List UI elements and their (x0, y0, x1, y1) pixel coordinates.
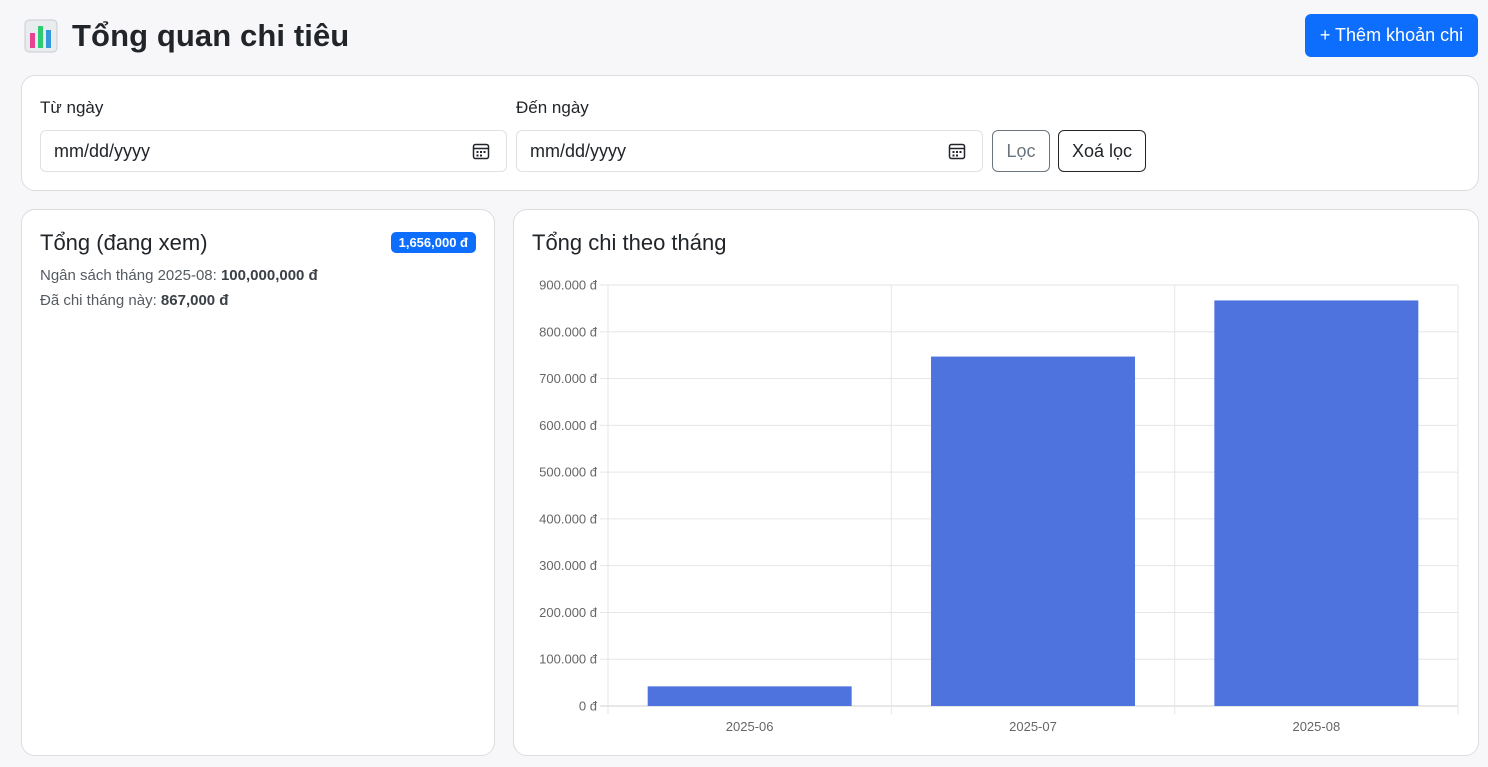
x-tick-label: 2025-08 (1292, 719, 1340, 734)
filter-button[interactable]: Lọc (992, 130, 1050, 172)
y-tick-label: 200.000 đ (539, 605, 598, 620)
bar-chart-icon (24, 19, 58, 53)
y-tick-label: 600.000 đ (539, 418, 598, 433)
filter-card: Từ ngày mm/dd/yyyy Đến ngày mm/dd/yyyy L… (21, 75, 1479, 191)
x-tick-label: 2025-06 (726, 719, 774, 734)
y-tick-label: 400.000 đ (539, 511, 598, 526)
chart-bar (647, 686, 852, 706)
budget-label: Ngân sách tháng 2025-08: (40, 267, 221, 284)
y-tick-label: 300.000 đ (539, 558, 598, 573)
from-date-value: mm/dd/yyyy (54, 140, 151, 161)
to-date-value: mm/dd/yyyy (530, 140, 627, 161)
spent-label: Đã chi tháng này: (40, 292, 161, 309)
spent-line: Đã chi tháng này: 867,000 đ (40, 292, 228, 309)
calendar-icon[interactable] (472, 142, 490, 160)
clear-filter-button[interactable]: Xoá lọc (1058, 130, 1146, 172)
total-badge: 1,656,000 đ (390, 232, 476, 253)
summary-title: Tổng (đang xem) (40, 230, 208, 255)
y-tick-label: 0 đ (579, 699, 598, 714)
y-tick-label: 500.000 đ (539, 465, 598, 480)
summary-card: Tổng (đang xem) 1,656,000 đ Ngân sách th… (21, 209, 495, 756)
chart-card: Tổng chi theo tháng 0 đ 100.000 đ 200.000 … (513, 209, 1479, 756)
to-date-input[interactable]: mm/dd/yyyy (516, 130, 983, 172)
monthly-expense-chart: 0 đ 100.000 đ 200.000 đ 300.000 đ 400.000 đ 5… (539, 278, 1459, 734)
calendar-icon[interactable] (948, 142, 966, 160)
y-tick-label: 800.000 đ (539, 324, 598, 339)
budget-line: Ngân sách tháng 2025-08: 100,000,000 đ (40, 267, 318, 284)
from-date-input[interactable]: mm/dd/yyyy (40, 130, 507, 172)
y-tick-label: 900.000 đ (539, 278, 598, 293)
spent-value: 867,000 đ (160, 292, 229, 309)
add-expense-button[interactable]: + Thêm khoản chi (1305, 14, 1478, 57)
to-date-label: Đến ngày (516, 98, 589, 117)
x-tick-label: 2025-07 (1009, 719, 1057, 734)
y-tick-label: 700.000 đ (539, 371, 598, 386)
y-tick-label: 100.000 đ (539, 652, 598, 667)
chart-bar (931, 356, 1135, 706)
chart-bar (1214, 300, 1419, 706)
title-wrap: Tổng quan chi tiêu (24, 18, 349, 54)
page-header: Tổng quan chi tiêu + Thêm khoản chi (22, 14, 1478, 58)
from-date-label: Từ ngày (40, 98, 104, 117)
page-title: Tổng quan chi tiêu (72, 18, 350, 53)
budget-value: 100,000,000 đ (220, 267, 318, 284)
